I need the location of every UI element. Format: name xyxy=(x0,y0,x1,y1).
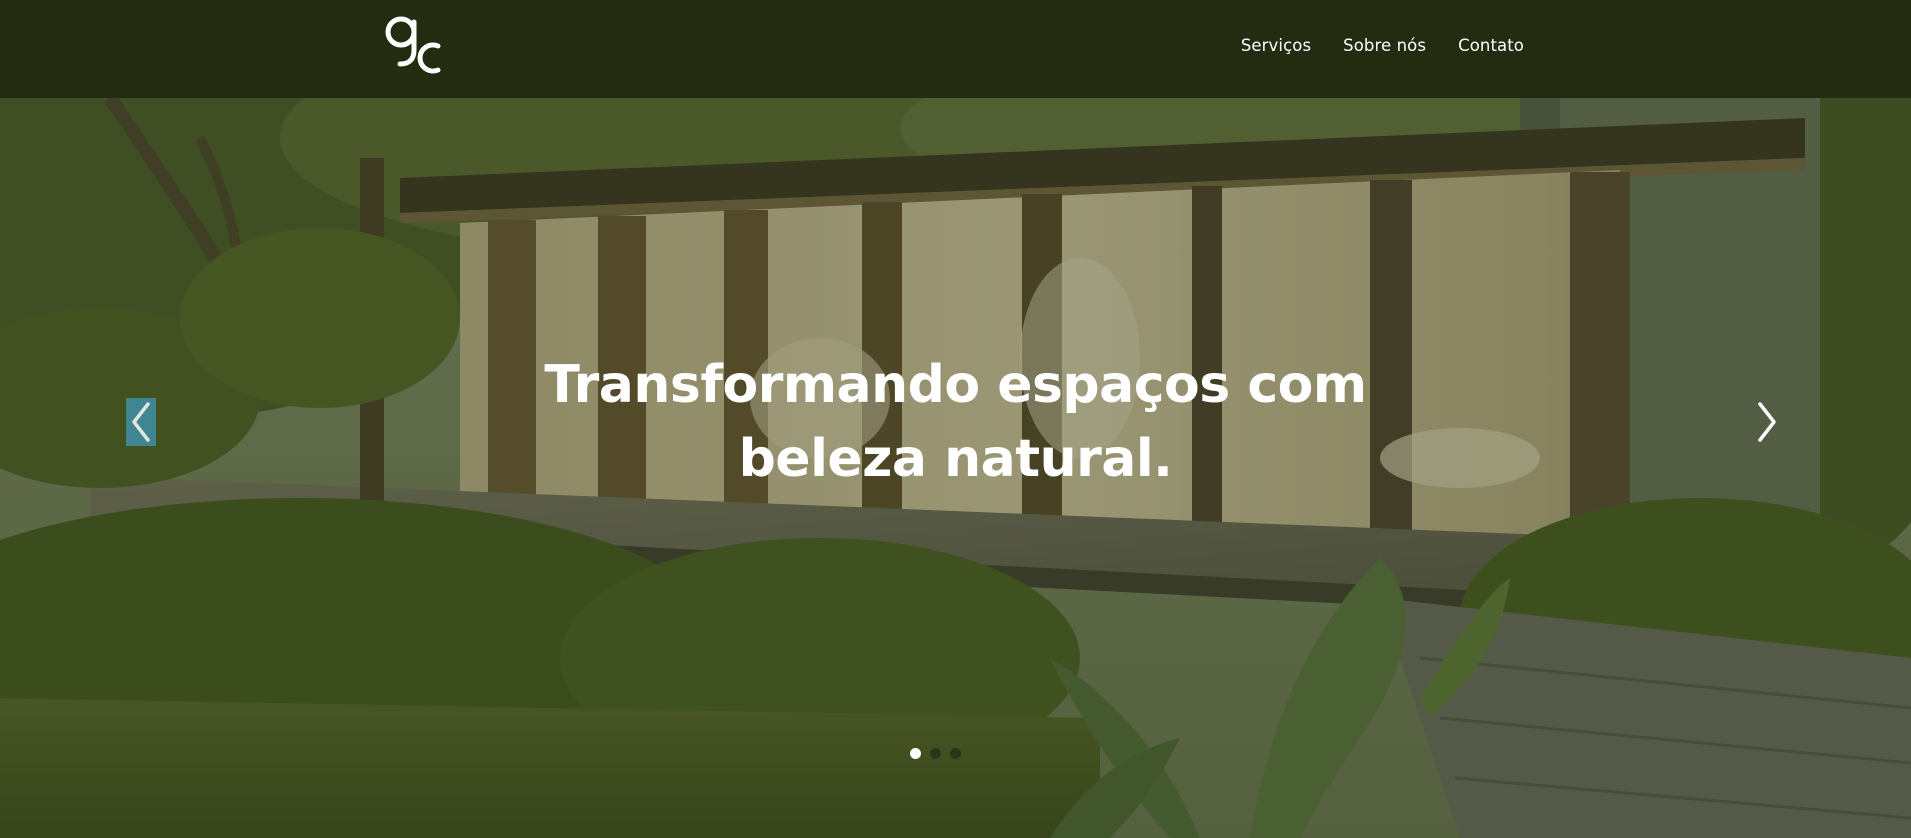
carousel-prev-button[interactable] xyxy=(126,398,156,446)
carousel-indicators xyxy=(0,748,1891,759)
nav-link-contato[interactable]: Contato xyxy=(1458,36,1524,55)
carousel-dot-2[interactable] xyxy=(930,748,941,759)
chevron-left-icon xyxy=(132,402,150,442)
main-nav: Serviços Sobre nós Contato xyxy=(1241,0,1524,90)
chevron-right-icon xyxy=(1758,402,1776,442)
carousel-dot-1[interactable] xyxy=(910,748,921,759)
hero-carousel: Transformando espaços com beleza natural… xyxy=(0,98,1911,838)
hero-headline-line-2: beleza natural. xyxy=(738,429,1173,489)
site-header: Serviços Sobre nós Contato xyxy=(0,0,1911,98)
nav-link-servicos[interactable]: Serviços xyxy=(1241,36,1311,55)
hero-headline-line-1: Transformando espaços com xyxy=(544,355,1367,415)
nav-link-sobre-nos[interactable]: Sobre nós xyxy=(1343,36,1426,55)
gc-monogram-logo-icon xyxy=(385,16,441,74)
carousel-next-button[interactable] xyxy=(1752,398,1782,446)
hero-headline: Transformando espaços com beleza natural… xyxy=(0,348,1911,496)
site-logo[interactable] xyxy=(382,10,444,78)
carousel-dot-3[interactable] xyxy=(950,748,961,759)
